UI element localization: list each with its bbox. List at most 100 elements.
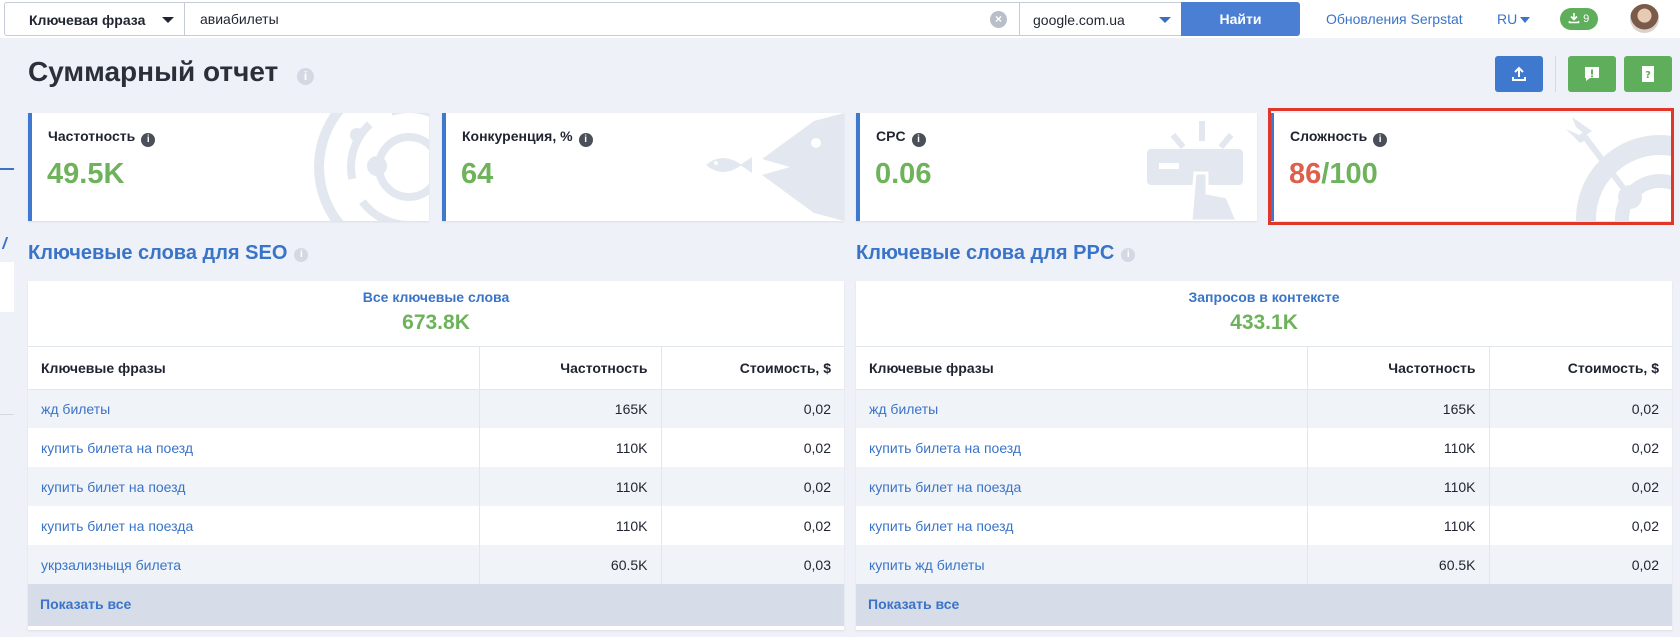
frequency-cell: 110K — [479, 428, 662, 467]
help-book-icon: ? — [1642, 66, 1654, 82]
language-label: RU — [1497, 11, 1518, 27]
seo-keywords-table: Ключевые фразы Частотность Стоимость, $ … — [28, 347, 844, 584]
kpi-card-frequency: Частотность i 49.5K — [28, 113, 429, 221]
language-selector[interactable]: RU — [1497, 11, 1531, 27]
frequency-cell: 110K — [1307, 467, 1490, 506]
chevron-down-icon — [1159, 17, 1171, 23]
search-type-dropdown[interactable]: Ключевая фраза — [5, 3, 185, 35]
info-icon[interactable]: i — [1121, 248, 1136, 262]
kpi-label: Конкуренция, % i — [462, 128, 593, 147]
updates-link[interactable]: Обновления Serpstat — [1326, 11, 1463, 27]
info-icon[interactable]: i — [578, 133, 593, 147]
cost-cell: 0,02 — [1631, 439, 1659, 456]
find-button[interactable]: Найти — [1181, 2, 1300, 36]
keyword-link[interactable]: купить билета на поезд — [28, 428, 480, 467]
keyword-link[interactable]: укрзализныця билета — [28, 545, 480, 584]
table-row: купить билет на поезда 110K 0,02 — [28, 506, 844, 545]
export-button[interactable] — [1495, 56, 1543, 92]
frequency-cell: 110K — [479, 467, 662, 506]
info-icon[interactable]: i — [297, 68, 314, 85]
keyword-link[interactable]: купить билета на поезд — [856, 428, 1308, 467]
kpi-label: Частотность i — [48, 128, 156, 147]
top-bar: Ключевая фраза × google.com.ua Найти Обн… — [0, 0, 1680, 38]
frequency-cell: 60.5K — [479, 545, 662, 584]
search-type-label: Ключевая фраза — [29, 12, 146, 28]
show-all-button[interactable]: Показать все — [28, 584, 844, 626]
show-all-button[interactable]: Показать все — [856, 584, 1672, 626]
kpi-card-competition: Конкуренция, % i 64 — [442, 113, 844, 221]
kpi-label-text: Частотность — [48, 128, 136, 144]
cost-cell: 0,02 — [803, 439, 831, 456]
sidebar-divider — [0, 414, 14, 415]
frequency-cell: 110K — [1307, 506, 1490, 545]
avatar[interactable] — [1630, 4, 1659, 33]
chevron-down-icon — [162, 17, 174, 23]
keyword-link[interactable]: купить билет на поезда — [856, 467, 1308, 506]
ppc-summary: Запросов в контексте 433.1K — [856, 281, 1672, 347]
seo-summary-label[interactable]: Все ключевые слова — [28, 289, 844, 305]
message-alert-icon — [1585, 67, 1599, 81]
svg-text:?: ? — [1645, 70, 1651, 81]
help-button[interactable]: ? — [1624, 56, 1672, 92]
keyword-link[interactable]: купить билет на поезд — [856, 506, 1308, 545]
clear-icon[interactable]: × — [990, 11, 1007, 28]
kpi-label-text: Конкуренция, % — [462, 128, 573, 144]
search-bar: Ключевая фраза × google.com.ua Найти — [4, 2, 1300, 36]
ppc-summary-label[interactable]: Запросов в контексте — [856, 289, 1672, 305]
column-header-phrase[interactable]: Ключевые фразы — [28, 347, 480, 390]
table-row: жд билеты 165K 0,02 — [28, 389, 844, 428]
sidebar-accent — [0, 168, 14, 170]
frequency-cell: 110K — [1307, 428, 1490, 467]
column-header-phrase[interactable]: Ключевые фразы — [856, 347, 1308, 390]
keyword-link[interactable]: купить жд билеты — [856, 545, 1308, 584]
seo-summary-value: 673.8K — [402, 311, 470, 334]
frequency-cell: 165K — [1307, 389, 1490, 428]
report-issue-button[interactable] — [1568, 56, 1616, 92]
ppc-summary-value: 433.1K — [1230, 311, 1298, 334]
seo-keywords-panel: Все ключевые слова 673.8K Ключевые фразы… — [28, 281, 844, 630]
keyword-link[interactable]: купить билет на поезд — [28, 467, 480, 506]
ppc-section-title[interactable]: Ключевые слова для PPC i — [856, 242, 1136, 265]
toolbar-divider — [1555, 56, 1556, 92]
seo-summary: Все ключевые слова 673.8K — [28, 281, 844, 347]
download-icon — [1568, 13, 1580, 24]
column-header-cost[interactable]: Стоимость, $ — [661, 347, 844, 390]
database-dropdown[interactable]: google.com.ua — [1019, 3, 1181, 35]
downloads-count: 9 — [1583, 13, 1590, 25]
big-fish-eats-small-fish-icon — [706, 113, 844, 221]
cost-cell: 0,02 — [661, 389, 844, 428]
frequency-cell: 165K — [479, 389, 662, 428]
keyword-link[interactable]: жд билеты — [856, 389, 1308, 428]
table-row: купить билет на поезд 110K 0,02 — [28, 467, 844, 506]
column-header-frequency[interactable]: Частотность — [479, 347, 662, 390]
cost-cell: 0,02 — [1489, 467, 1672, 506]
keyword-link[interactable]: жд билеты — [28, 389, 480, 428]
seo-section-title[interactable]: Ключевые слова для SEO i — [28, 242, 309, 265]
column-header-cost[interactable]: Стоимость, $ — [1489, 347, 1672, 390]
table-row: купить жд билеты 60.5K 0,02 — [856, 545, 1672, 584]
table-row: укрзализныця билета 60.5K 0,03 — [28, 545, 844, 584]
table-header-row: Ключевые фразы Частотность Стоимость, $ — [856, 347, 1672, 390]
info-icon[interactable]: i — [294, 248, 309, 262]
cost-cell: 0,02 — [803, 517, 831, 534]
cost-cell: 0,02 — [1489, 389, 1672, 428]
kpi-label-text: CPC — [876, 128, 906, 144]
kpi-card-cpc: CPC i 0.06 — [856, 113, 1257, 221]
cost-cell: 0,02 — [1631, 517, 1659, 534]
ppc-title-text: Ключевые слова для PPC — [856, 242, 1115, 264]
database-label: google.com.ua — [1033, 12, 1125, 28]
difficulty-highlight — [1268, 108, 1674, 225]
info-icon[interactable]: i — [911, 133, 926, 147]
seo-title-text: Ключевые слова для SEO — [28, 242, 288, 264]
keyword-link[interactable]: купить билет на поезда — [28, 506, 480, 545]
ppc-keywords-panel: Запросов в контексте 433.1K Ключевые фра… — [856, 281, 1672, 630]
info-icon[interactable]: i — [141, 133, 156, 147]
downloads-button[interactable]: 9 — [1560, 8, 1598, 30]
table-row: купить билет на поезда 110K 0,02 — [856, 467, 1672, 506]
click-hand-icon — [1147, 121, 1243, 221]
kpi-value: 49.5K — [47, 158, 125, 190]
column-header-frequency[interactable]: Частотность — [1307, 347, 1490, 390]
search-input[interactable] — [186, 3, 1021, 35]
radar-icon — [314, 113, 429, 221]
page-title: Суммарный отчет — [28, 56, 279, 87]
